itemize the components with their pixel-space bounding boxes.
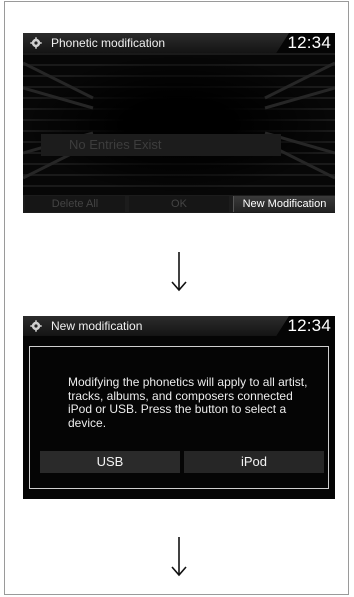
page-title: Phonetic modification <box>51 36 166 50</box>
device-select-dialog: Modifying the phonetics will apply to al… <box>29 346 329 489</box>
dialog-message: Modifying the phonetics will apply to al… <box>68 375 308 430</box>
phonetic-modification-screen: Phonetic modification 12:34 No Entries E… <box>23 33 335 213</box>
list-item-empty: No Entries Exist <box>41 134 281 156</box>
gear-icon <box>30 37 42 49</box>
ok-button[interactable]: OK <box>129 196 229 212</box>
entries-list: No Entries Exist <box>23 53 335 195</box>
new-modification-screen: New modification 12:34 Modifying the pho… <box>23 316 335 499</box>
page-title: New modification <box>51 319 143 333</box>
down-arrow-icon <box>171 537 187 577</box>
clock-label: 12:34 <box>287 33 331 52</box>
empty-message: No Entries Exist <box>69 137 162 152</box>
softkey-bar: Delete All OK New Modification <box>23 195 335 213</box>
gear-icon <box>30 320 42 332</box>
ipod-button[interactable]: iPod <box>184 451 324 473</box>
delete-all-button[interactable]: Delete All <box>25 196 125 212</box>
background-decoration <box>23 61 335 180</box>
down-arrow-icon <box>171 252 187 292</box>
usb-button[interactable]: USB <box>40 451 180 473</box>
clock-label: 12:34 <box>287 316 331 335</box>
new-modification-button[interactable]: New Modification <box>233 196 335 212</box>
